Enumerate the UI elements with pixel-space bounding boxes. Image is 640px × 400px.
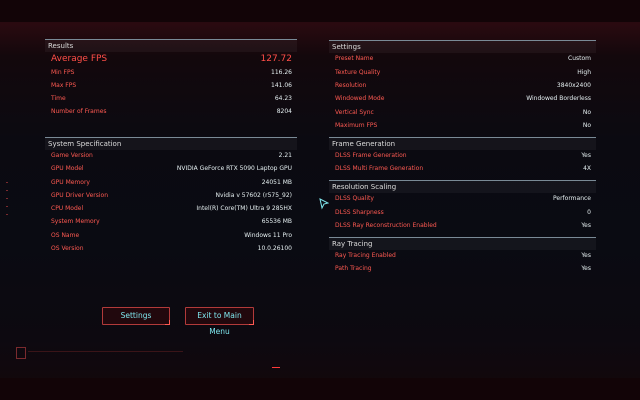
system-spec-header: System Specification (45, 137, 297, 150)
row-label: Resolution (335, 82, 367, 89)
row-label: Maximum FPS (335, 122, 378, 129)
row-value: Performance (552, 195, 591, 202)
system-row-game-version: Game Version 2.21 (45, 150, 297, 162)
system-row-os-name: OS Name Windows 11 Pro (45, 230, 297, 242)
row-label: Vertical Sync (335, 109, 374, 116)
results-row-average-fps: Average FPS 127.72 (45, 53, 297, 65)
row-value: Windowed Borderless (526, 95, 591, 102)
left-column: Results Average FPS 127.72 Min FPS 116.2… (45, 39, 297, 261)
left-decor-tick (6, 214, 8, 215)
scaling-row-dlss-rr: DLSS Ray Reconstruction Enabled Yes (329, 220, 596, 232)
row-label: Windowed Mode (335, 95, 385, 102)
row-value: No (582, 122, 591, 129)
row-label: System Memory (51, 218, 100, 225)
row-label: Preset Name (335, 55, 374, 62)
rt-row-path-tracing: Path Tracing Yes (329, 263, 596, 275)
row-label: Average FPS (51, 54, 108, 64)
row-label: OS Version (51, 245, 84, 252)
scaling-row-dlss-quality: DLSS Quality Performance (329, 193, 596, 205)
row-value: Yes (581, 152, 591, 159)
row-label: GPU Memory (51, 179, 90, 186)
system-row-os-version: OS Version 10.0.26100 (45, 243, 297, 255)
resolution-scaling-header: Resolution Scaling (329, 180, 596, 193)
system-row-system-memory: System Memory 65536 MB (45, 216, 297, 228)
row-label: Number of Frames (51, 108, 107, 115)
row-value: Yes (581, 252, 591, 259)
row-value: Custom (568, 55, 591, 62)
row-value: 3840x2400 (556, 82, 591, 89)
left-decor-tick (6, 190, 8, 191)
row-value: 127.72 (260, 54, 293, 64)
bottom-letterbox (0, 378, 640, 400)
row-label: CPU Model (51, 205, 84, 212)
system-row-gpu-driver: GPU Driver Version Nvidia v 57602 (r575_… (45, 190, 297, 202)
row-label: Path Tracing (335, 265, 372, 272)
row-value: 116.26 (271, 69, 292, 76)
row-value: 4X (583, 165, 591, 172)
results-row-max-fps: Max FPS 141.06 (45, 80, 297, 92)
row-value: 10.0.26100 (257, 245, 292, 252)
row-value: No (582, 109, 591, 116)
framegen-row-dlss-mfg: DLSS Multi Frame Generation 4X (329, 163, 596, 175)
row-label: GPU Driver Version (51, 192, 108, 199)
row-value: 65536 MB (261, 218, 292, 225)
left-decor-tick (6, 198, 8, 199)
results-header: Results (45, 39, 297, 52)
results-row-time: Time 64.23 (45, 93, 297, 105)
top-letterbox (0, 0, 640, 22)
row-label: Game Version (51, 152, 93, 159)
settings-row-max-fps: Maximum FPS No (329, 120, 596, 132)
row-label: DLSS Multi Frame Generation (335, 165, 424, 172)
rt-row-enabled: Ray Tracing Enabled Yes (329, 250, 596, 262)
row-value: Yes (581, 222, 591, 229)
row-label: DLSS Quality (335, 195, 374, 202)
row-value: 24051 MB (261, 179, 292, 186)
scaling-row-dlss-sharpness: DLSS Sharpness 0 (329, 207, 596, 219)
settings-button[interactable]: Settings (102, 307, 170, 325)
row-value: NVIDIA GeForce RTX 5090 Laptop GPU (176, 165, 292, 172)
row-label: Time (51, 95, 66, 102)
settings-row-resolution: Resolution 3840x2400 (329, 80, 596, 92)
left-decor-tick (6, 206, 8, 207)
settings-header: Settings (329, 40, 596, 53)
system-row-gpu-memory: GPU Memory 24051 MB (45, 177, 297, 189)
row-label: GPU Model (51, 165, 84, 172)
mouse-cursor-icon (319, 198, 329, 210)
row-value: 8204 (276, 108, 292, 115)
row-value: 2.21 (278, 152, 292, 159)
row-value: 141.06 (271, 82, 292, 89)
row-label: Max FPS (51, 82, 77, 89)
settings-row-windowed: Windowed Mode Windowed Borderless (329, 93, 596, 105)
row-label: Min FPS (51, 69, 75, 76)
system-row-gpu-model: GPU Model NVIDIA GeForce RTX 5090 Laptop… (45, 163, 297, 175)
results-row-frames: Number of Frames 8204 (45, 106, 297, 118)
row-label: Texture Quality (335, 69, 381, 76)
row-label: DLSS Frame Generation (335, 152, 407, 159)
row-value: Nvidia v 57602 (r575_92) (215, 192, 292, 199)
row-label: DLSS Ray Reconstruction Enabled (335, 222, 437, 229)
row-value: Yes (581, 265, 591, 272)
row-label: Ray Tracing Enabled (335, 252, 396, 259)
row-value: 0 (587, 209, 591, 216)
frame-generation-header: Frame Generation (329, 137, 596, 150)
row-value: Windows 11 Pro (244, 232, 292, 239)
left-decor-tick (6, 182, 8, 183)
row-value: High (577, 69, 591, 76)
settings-row-vsync: Vertical Sync No (329, 107, 596, 119)
settings-row-texture: Texture Quality High (329, 67, 596, 79)
settings-row-preset: Preset Name Custom (329, 53, 596, 65)
row-value: 64.23 (274, 95, 292, 102)
framegen-row-dlss-fg: DLSS Frame Generation Yes (329, 150, 596, 162)
right-column: Settings Preset Name Custom Texture Qual… (329, 40, 596, 280)
row-value: Intel(R) Core(TM) Ultra 9 285HX (196, 205, 292, 212)
bottom-decor-line (28, 351, 183, 352)
corner-logo-icon (16, 347, 26, 359)
row-label: OS Name (51, 232, 80, 239)
system-row-cpu-model: CPU Model Intel(R) Core(TM) Ultra 9 285H… (45, 203, 297, 215)
ray-tracing-header: Ray Tracing (329, 237, 596, 250)
row-label: DLSS Sharpness (335, 209, 384, 216)
exit-to-main-menu-button[interactable]: Exit to Main Menu (185, 307, 254, 336)
results-row-min-fps: Min FPS 116.26 (45, 67, 297, 79)
bottom-center-marker (272, 367, 280, 368)
